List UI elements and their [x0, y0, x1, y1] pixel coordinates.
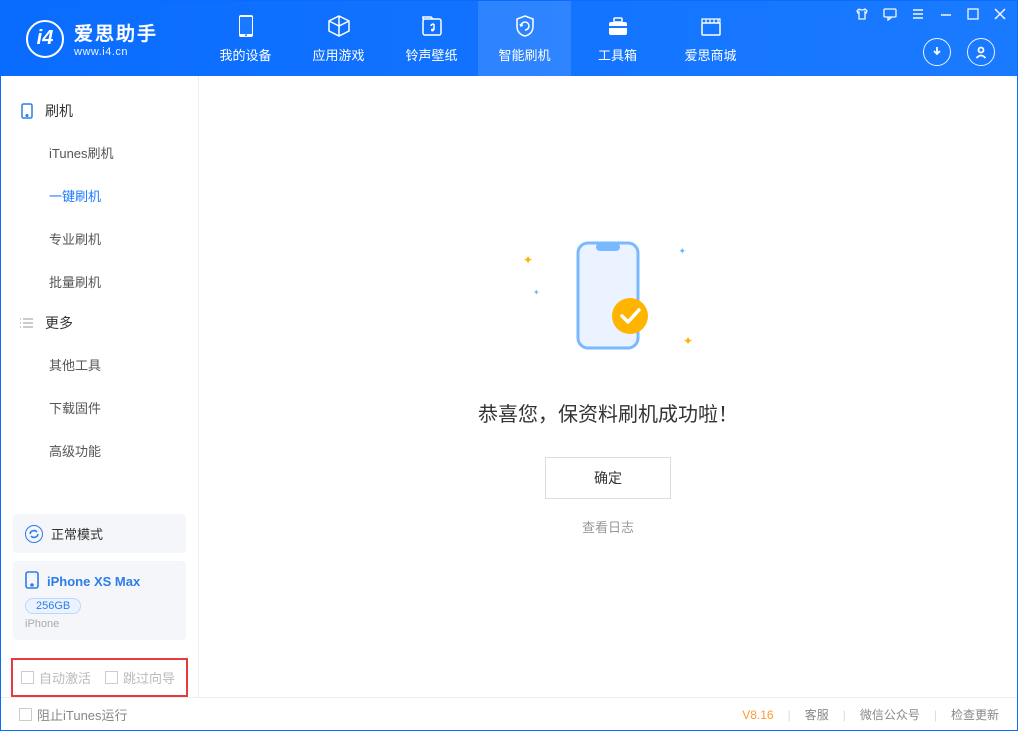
success-message: 恭喜您，保资料刷机成功啦！	[478, 398, 738, 427]
phone-icon	[238, 13, 254, 39]
phone-check-icon	[548, 238, 668, 368]
device-storage: 256GB	[25, 598, 81, 614]
sync-icon	[25, 525, 43, 543]
list-icon	[19, 317, 35, 329]
view-log-link[interactable]: 查看日志	[582, 517, 634, 536]
checkbox-skip-guide[interactable]: 跳过向导	[105, 668, 175, 687]
sidebar-item-onekey-flash[interactable]: 一键刷机	[1, 174, 198, 217]
device-type: iPhone	[25, 618, 174, 630]
maximize-icon[interactable]	[967, 7, 979, 21]
sidebar-item-itunes-flash[interactable]: iTunes刷机	[1, 131, 198, 174]
store-icon	[699, 13, 723, 39]
tab-toolbox[interactable]: 工具箱	[571, 1, 664, 76]
minimize-icon[interactable]	[939, 7, 953, 21]
sidebar-item-advanced[interactable]: 高级功能	[1, 429, 198, 472]
tab-apps-games[interactable]: 应用游戏	[292, 1, 385, 76]
sidebar-item-batch-flash[interactable]: 批量刷机	[1, 260, 198, 303]
header-actions	[923, 38, 995, 66]
sparkle-icon: ✦	[683, 334, 693, 348]
tab-store[interactable]: 爱思商城	[664, 1, 757, 76]
body: 刷机 iTunes刷机 一键刷机 专业刷机 批量刷机 更多 其他工具 下载固件 …	[1, 76, 1017, 697]
sidebar-item-other-tools[interactable]: 其他工具	[1, 343, 198, 386]
footer: 阻止iTunes运行 V8.16 | 客服 | 微信公众号 | 检查更新	[1, 697, 1017, 731]
tab-ringtone-wallpaper[interactable]: 铃声壁纸	[385, 1, 478, 76]
app-url: www.i4.cn	[74, 46, 158, 58]
toolbox-icon	[606, 13, 630, 39]
support-link[interactable]: 客服	[805, 706, 829, 723]
logo-text: 爱思助手 www.i4.cn	[74, 19, 158, 58]
sidebar-section-flash: 刷机	[1, 91, 198, 131]
tshirt-icon[interactable]	[855, 7, 869, 21]
feedback-icon[interactable]	[883, 7, 897, 21]
sidebar-item-pro-flash[interactable]: 专业刷机	[1, 217, 198, 260]
wechat-link[interactable]: 微信公众号	[860, 706, 920, 723]
device-icon	[25, 571, 39, 592]
checkbox-auto-activate[interactable]: 自动激活	[21, 668, 91, 687]
shield-refresh-icon	[513, 13, 537, 39]
device-cards: 正常模式 iPhone XS Max 256GB iPhone	[1, 514, 198, 658]
tab-my-device[interactable]: 我的设备	[199, 1, 292, 76]
checkbox-icon	[105, 671, 118, 684]
close-icon[interactable]	[993, 7, 1007, 21]
device-name: iPhone XS Max	[47, 574, 140, 589]
sidebar-section-more: 更多	[1, 303, 198, 343]
sidebar: 刷机 iTunes刷机 一键刷机 专业刷机 批量刷机 更多 其他工具 下载固件 …	[1, 76, 199, 697]
sparkle-icon: ✦	[678, 246, 686, 257]
tab-smart-flash[interactable]: 智能刷机	[478, 1, 571, 76]
nav-tabs: 我的设备 应用游戏 铃声壁纸 智能刷机 工具箱 爱思商城	[199, 1, 757, 76]
sparkle-icon: ✦	[523, 253, 533, 267]
logo-area: i4 爱思助手 www.i4.cn	[1, 19, 199, 58]
download-button[interactable]	[923, 38, 951, 66]
version-label: V8.16	[742, 708, 773, 722]
app-logo-icon: i4	[26, 20, 64, 58]
cube-icon	[327, 13, 351, 39]
device-card[interactable]: iPhone XS Max 256GB iPhone	[13, 561, 186, 640]
activation-options: 自动激活 跳过向导	[11, 658, 188, 697]
menu-icon[interactable]	[911, 7, 925, 21]
check-update-link[interactable]: 检查更新	[951, 706, 999, 723]
footer-right: V8.16 | 客服 | 微信公众号 | 检查更新	[742, 706, 999, 723]
window-controls	[855, 7, 1007, 21]
ok-button[interactable]: 确定	[545, 457, 671, 499]
sidebar-item-download-firmware[interactable]: 下载固件	[1, 386, 198, 429]
header: i4 爱思助手 www.i4.cn 我的设备 应用游戏 铃声壁纸 智能刷机 工具…	[1, 1, 1017, 76]
checkbox-icon	[19, 708, 32, 721]
user-button[interactable]	[967, 38, 995, 66]
main-content: ✦ ✦ ✦ ✦ 恭喜您，保资料刷机成功啦！ 确定 查看日志	[199, 76, 1017, 697]
success-illustration: ✦ ✦ ✦ ✦	[548, 238, 668, 368]
sparkle-icon: ✦	[533, 288, 540, 297]
mode-card[interactable]: 正常模式	[13, 514, 186, 553]
checkbox-icon	[21, 671, 34, 684]
phone-outline-icon	[19, 103, 35, 119]
music-folder-icon	[421, 13, 443, 39]
app-title: 爱思助手	[74, 19, 158, 46]
checkbox-block-itunes[interactable]: 阻止iTunes运行	[19, 705, 128, 724]
